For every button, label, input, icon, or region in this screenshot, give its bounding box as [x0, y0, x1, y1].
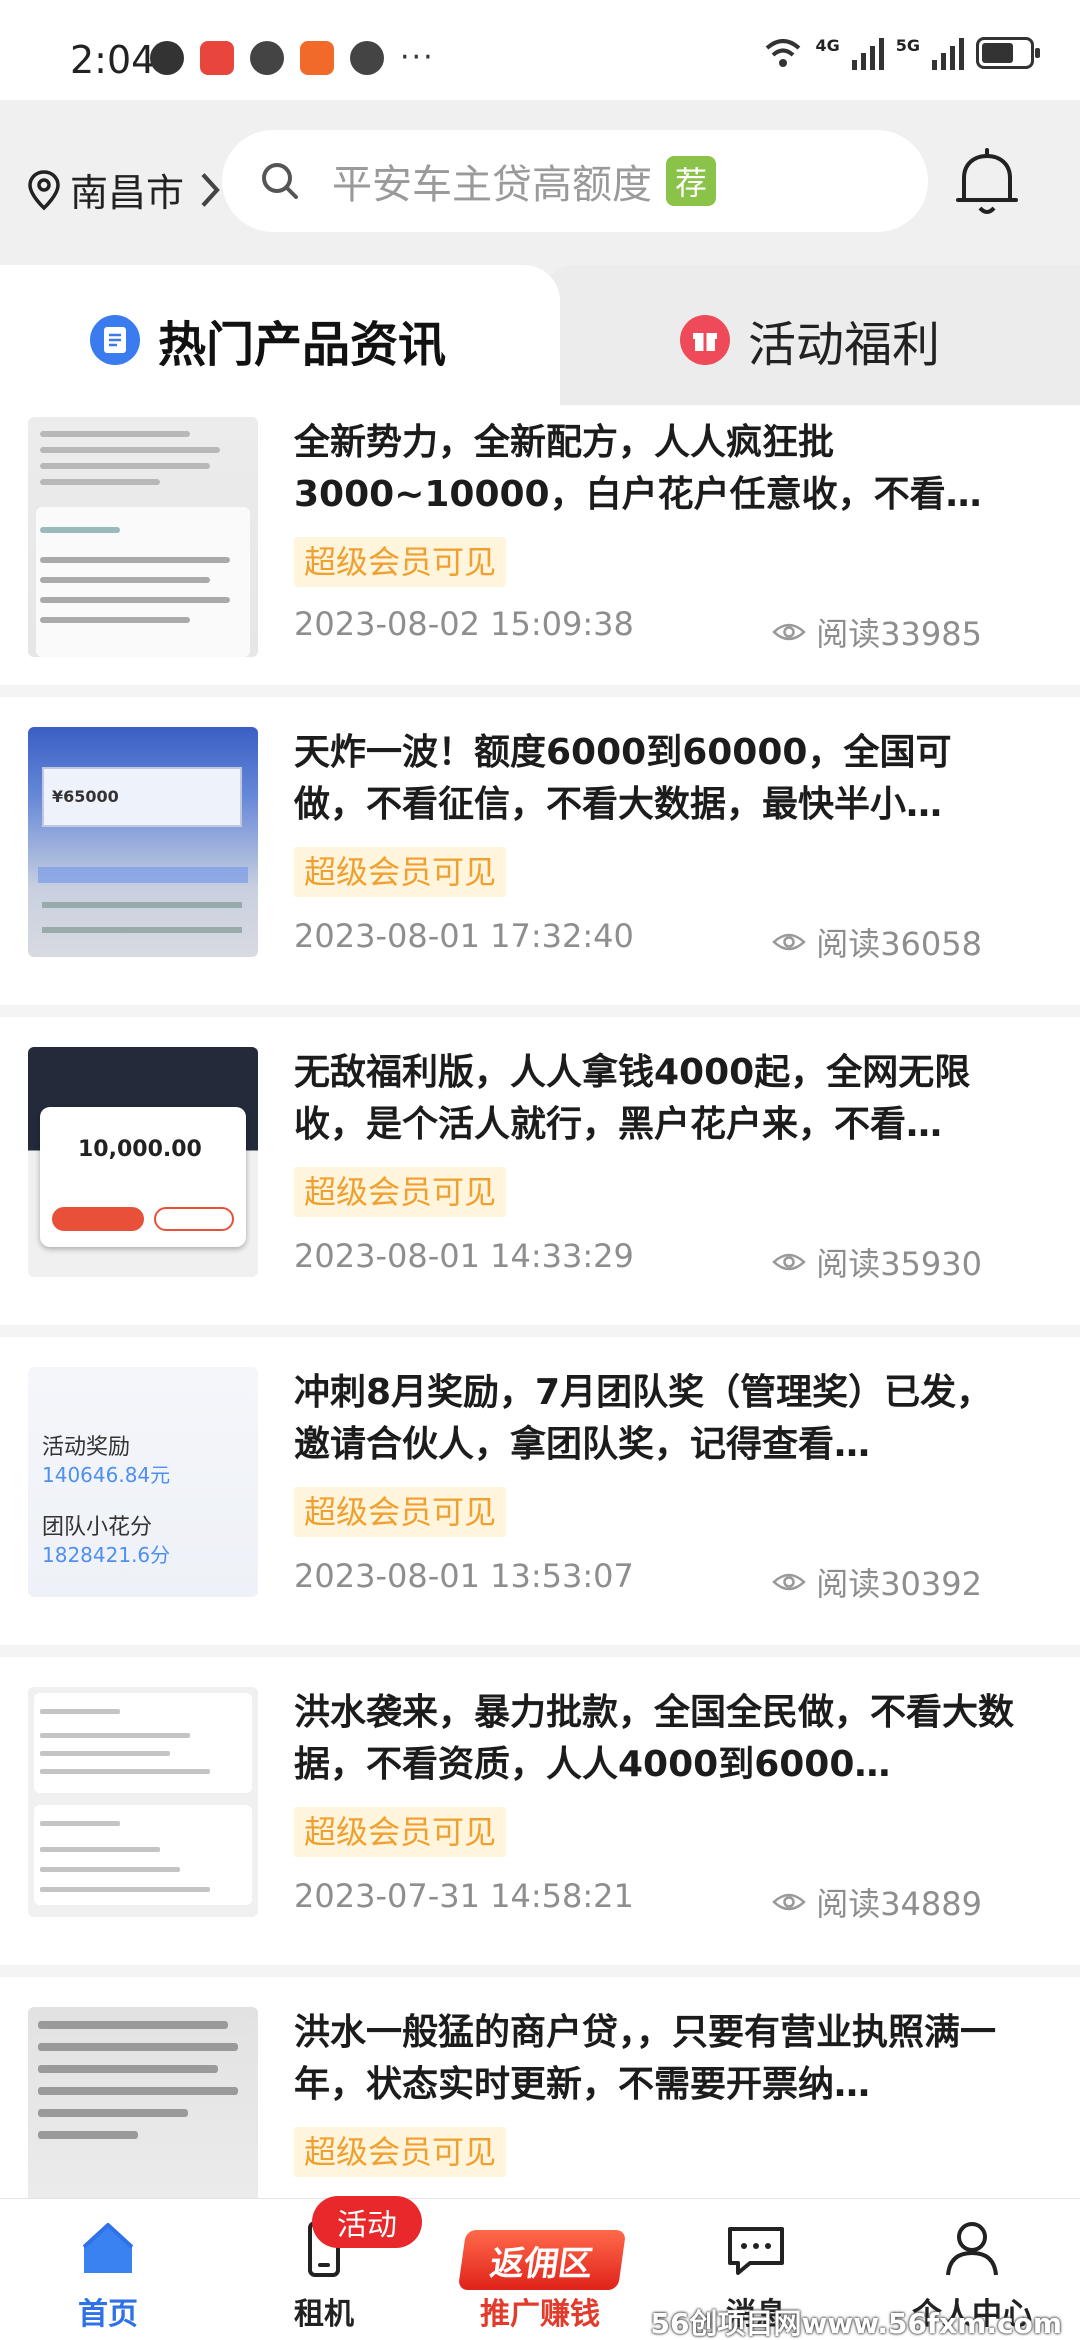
home-icon [82, 2223, 134, 2273]
read-count-text: 阅读36058 [816, 925, 982, 963]
qq-icon [150, 40, 184, 75]
vip-only-badge: 超级会员可见 [294, 1167, 507, 1217]
read-count: 阅读30392 [772, 1559, 982, 1605]
nav-promo-label: 推广赚钱 [480, 2297, 600, 2332]
article-list: 全新势力，全新配方，人人疯狂批3000~10000，白户花户任意收，不看… 超级… [0, 405, 1080, 2297]
nav-home-label: 首页 [78, 2297, 138, 2332]
article-date: 2023-08-01 14:33:29 [294, 1237, 634, 1275]
gift-icon [680, 315, 730, 365]
wechat-icon [350, 40, 384, 75]
thumb-value: 1828421.6分 [42, 1543, 171, 1567]
eye-icon [772, 623, 807, 641]
article-title: 全新势力，全新配方，人人疯狂批3000~10000，白户花户任意收，不看… [294, 422, 982, 515]
article-date: 2023-07-31 14:58:21 [294, 1877, 634, 1915]
vip-only-badge: 超级会员可见 [294, 537, 507, 587]
read-count-text: 阅读30392 [816, 1565, 982, 1603]
thumb-amount: 10,000.00 [78, 1137, 202, 1162]
read-count-text: 阅读33985 [816, 615, 982, 653]
thumb-label: 团队小花分 [42, 1515, 153, 1540]
vip-only-badge: 超级会员可见 [294, 2127, 507, 2177]
article-title: 洪水一般猛的商户贷，，只要有营业执照满一年，状态实时更新，不需要开票纳… [294, 2012, 997, 2105]
eye-icon [772, 1253, 807, 1271]
list-item[interactable]: 活动奖励 140646.84元 团队小花分 1828421.6分 冲刺8月奖励，… [0, 1337, 1080, 1657]
signal-icon [932, 36, 964, 70]
location-pin-icon [28, 169, 60, 210]
header: 南昌市 平安车主贷高额度 荐 [0, 100, 1080, 265]
document-icon [90, 315, 140, 365]
battery-icon [976, 37, 1040, 69]
activity-badge[interactable]: 活动 [312, 2196, 422, 2248]
tab-label: 活动福利 [748, 317, 941, 373]
read-count: 阅读34889 [772, 1879, 982, 1925]
nav-home[interactable]: 首页 [28, 2217, 188, 2333]
eye-icon [772, 1573, 807, 1591]
article-thumbnail: 活动奖励 140646.84元 团队小花分 1828421.6分 [28, 1367, 258, 1597]
search-icon [262, 163, 298, 199]
list-item[interactable]: 10,000.00 无敌福利版，人人拿钱4000起，全网无限收，是个活人就行，黑… [0, 1017, 1080, 1337]
thumb-amount: ¥65000 [52, 787, 119, 806]
more-notifications-icon: ··· [400, 40, 435, 75]
city-label: 南昌市 [70, 171, 185, 215]
article-thumbnail [28, 417, 258, 657]
list-item[interactable]: ¥65000 天炸一波！额度6000到60000，全国可做，不看征信，不看大数据… [0, 697, 1080, 1017]
article-date: 2023-08-02 15:09:38 [294, 605, 634, 643]
read-count: 阅读36058 [772, 919, 982, 965]
article-title: 天炸一波！额度6000到60000，全国可做，不看征信，不看大数据，最快半小… [294, 732, 952, 825]
rebate-zone-badge[interactable]: 返佣区 [457, 2230, 627, 2290]
status-bar: 2:04 ··· 4G 5G [0, 0, 1080, 100]
article-title: 无敌福利版，人人拿钱4000起，全网无限收，是个活人就行，黑户花户来，不看… [294, 1052, 971, 1145]
read-count: 阅读33985 [772, 609, 982, 655]
person-icon [946, 2222, 998, 2276]
vip-only-badge: 超级会员可见 [294, 1487, 507, 1537]
vip-only-badge: 超级会员可见 [294, 1807, 507, 1857]
bell-icon[interactable] [952, 144, 1022, 220]
network-4g-label: 4G [815, 36, 840, 55]
chat-icon [728, 2227, 784, 2275]
read-count-text: 阅读34889 [816, 1885, 982, 1923]
read-count-text: 阅读35930 [816, 1245, 982, 1283]
nav-rent-label: 租机 [294, 2297, 354, 2332]
article-title: 洪水袭来，暴力批款，全国全民做，不看大数据，不看资质，人人4000到6000… [294, 1692, 1014, 1785]
article-date: 2023-08-01 13:53:07 [294, 1557, 634, 1595]
tab-bar: 热门产品资讯 活动福利 [0, 265, 1080, 405]
recommend-tag: 荐 [666, 156, 716, 206]
article-thumbnail [28, 1687, 258, 1917]
status-right: 4G 5G [763, 36, 1040, 70]
article-title: 冲刺8月奖励，7月团队奖（管理奖）已发，邀请合伙人，拿团队奖，记得查看… [294, 1372, 993, 1465]
app-red-icon [200, 40, 234, 75]
thumb-value: 140646.84元 [42, 1463, 171, 1487]
tab-activity-label-row[interactable]: 活动福利 [680, 305, 940, 375]
article-thumbnail: 10,000.00 [28, 1047, 258, 1277]
status-time: 2:04 [70, 38, 156, 82]
network-5g-label: 5G [895, 36, 920, 55]
eye-icon [772, 1893, 807, 1911]
read-count: 阅读35930 [772, 1239, 982, 1285]
search-bar[interactable]: 平安车主贷高额度 荐 [222, 130, 928, 232]
watermark: 56创项目网www.56fxm.com [650, 2307, 1062, 2340]
wechat-icon [250, 40, 284, 75]
location-selector[interactable]: 南昌市 [26, 162, 228, 217]
list-item[interactable]: 全新势力，全新配方，人人疯狂批3000~10000，白户花户任意收，不看… 超级… [0, 405, 1080, 697]
vip-only-badge: 超级会员可见 [294, 847, 507, 897]
notification-icons: ··· [150, 40, 435, 75]
signal-icon [851, 36, 884, 70]
tab-label: 热门产品资讯 [158, 317, 447, 373]
tab-hot-products-label-row[interactable]: 热门产品资讯 [90, 305, 446, 375]
article-thumbnail: ¥65000 [28, 727, 258, 957]
search-placeholder: 平安车主贷高额度 [332, 162, 652, 208]
thumb-label: 活动奖励 [42, 1435, 131, 1460]
wifi-icon [766, 39, 801, 67]
article-date: 2023-08-01 17:32:40 [294, 917, 634, 955]
list-item[interactable]: 洪水袭来，暴力批款，全国全民做，不看大数据，不看资质，人人4000到6000… … [0, 1657, 1080, 1977]
eye-icon [772, 933, 807, 951]
app-orange-icon [300, 40, 334, 75]
